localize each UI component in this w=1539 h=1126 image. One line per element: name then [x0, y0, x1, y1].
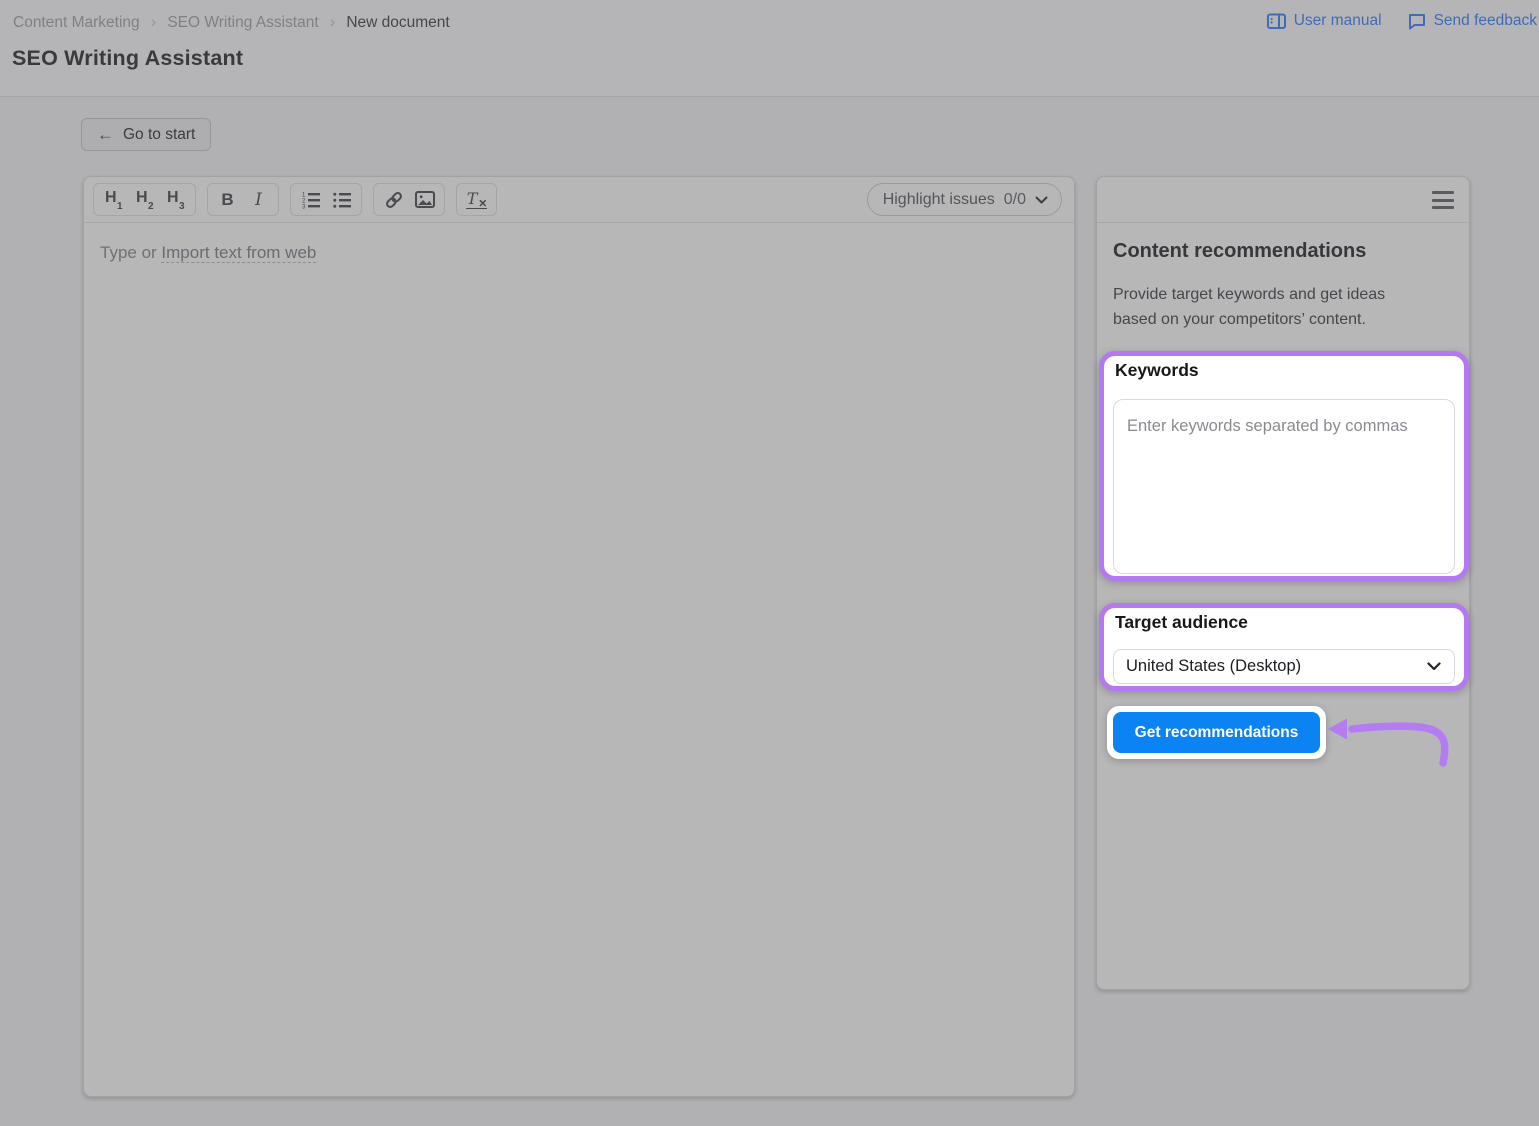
import-text-from-web-link[interactable]: Import text from web [161, 243, 317, 263]
send-feedback-label: Send feedback [1433, 12, 1537, 29]
send-feedback-link[interactable]: Send feedback [1408, 12, 1537, 30]
user-manual-label: User manual [1293, 12, 1382, 29]
feedback-bubble-icon [1408, 13, 1425, 29]
breadcrumb-separator-icon: › [150, 12, 157, 31]
header-links: User manual Send feedback [1266, 12, 1537, 30]
link-icon [385, 191, 402, 208]
heading3-button[interactable]: H3 [160, 185, 191, 214]
highlight-issues-count: 0/0 [1003, 190, 1026, 208]
text-style-buttons-group: B I [207, 183, 279, 216]
get-recommendations-highlight: Get recommendations [1107, 706, 1326, 759]
insert-link-button[interactable] [378, 185, 409, 214]
svg-text:3: 3 [302, 204, 306, 209]
heading1-button[interactable]: H1 [98, 185, 129, 214]
editor-placeholder: Type or [100, 243, 162, 262]
keywords-label: Keywords [1115, 360, 1199, 380]
content-recommendations-panel: Content recommendations Provide target k… [1096, 176, 1470, 990]
editor-toolbar: H1 H2 H3 B I 1 2 3 T✕ Highlight issues 0… [84, 177, 1074, 223]
user-manual-link[interactable]: User manual [1266, 12, 1382, 30]
document-editor: H1 H2 H3 B I 1 2 3 T✕ Highlight issues 0… [83, 176, 1075, 1097]
book-icon [1266, 13, 1286, 29]
bullet-list-button[interactable] [326, 185, 357, 214]
bold-button[interactable]: B [212, 185, 243, 214]
get-recommendations-button[interactable]: Get recommendations [1113, 712, 1320, 753]
heading2-button[interactable]: H2 [129, 185, 160, 214]
highlight-issues-label: Highlight issues [882, 190, 995, 208]
insert-buttons-group [373, 183, 445, 216]
highlight-issues-dropdown[interactable]: Highlight issues 0/0 [866, 183, 1062, 216]
breadcrumb-item-content-marketing[interactable]: Content Marketing [13, 14, 140, 32]
editor-text-area[interactable]: Type or Import text from web [84, 223, 1074, 283]
page-header: Content Marketing › SEO Writing Assistan… [0, 0, 1539, 97]
ordered-list-icon: 1 2 3 [302, 192, 320, 209]
italic-button[interactable]: I [243, 185, 274, 214]
back-arrow-icon: ← [97, 125, 114, 144]
bullet-list-icon [332, 192, 351, 208]
chevron-down-icon [1035, 196, 1048, 203]
panel-description: Provide target keywords and get ideas ba… [1113, 286, 1386, 328]
target-audience-label: Target audience [1115, 612, 1248, 632]
keywords-input[interactable] [1113, 399, 1455, 574]
target-audience-section: Target audience United States (Desktop) [1099, 603, 1469, 691]
breadcrumb-separator-icon: › [329, 12, 336, 31]
image-icon [414, 191, 435, 208]
go-to-start-label: Go to start [123, 125, 196, 143]
panel-title: Content recommendations [1113, 240, 1367, 262]
panel-menu-icon[interactable] [1432, 191, 1454, 209]
go-to-start-button[interactable]: ← Go to start [81, 118, 212, 151]
page-title: SEO Writing Assistant [12, 46, 244, 70]
clear-formatting-button[interactable]: T✕ [461, 185, 492, 214]
breadcrumb-item-seo-writing-assistant[interactable]: SEO Writing Assistant [167, 14, 318, 32]
insert-image-button[interactable] [409, 185, 440, 214]
breadcrumb-item-new-document: New document [346, 13, 450, 31]
list-buttons-group: 1 2 3 [290, 183, 362, 216]
breadcrumb: Content Marketing › SEO Writing Assistan… [13, 13, 450, 32]
panel-header [1097, 177, 1469, 223]
heading-buttons-group: H1 H2 H3 [93, 183, 196, 216]
keywords-section: Keywords [1099, 351, 1469, 581]
target-audience-select[interactable]: United States (Desktop) [1113, 649, 1455, 684]
clear-formatting-group: T✕ [456, 183, 497, 216]
chevron-down-icon [1427, 662, 1441, 671]
ordered-list-button[interactable]: 1 2 3 [295, 185, 326, 214]
target-audience-selected-value: United States (Desktop) [1126, 657, 1302, 675]
